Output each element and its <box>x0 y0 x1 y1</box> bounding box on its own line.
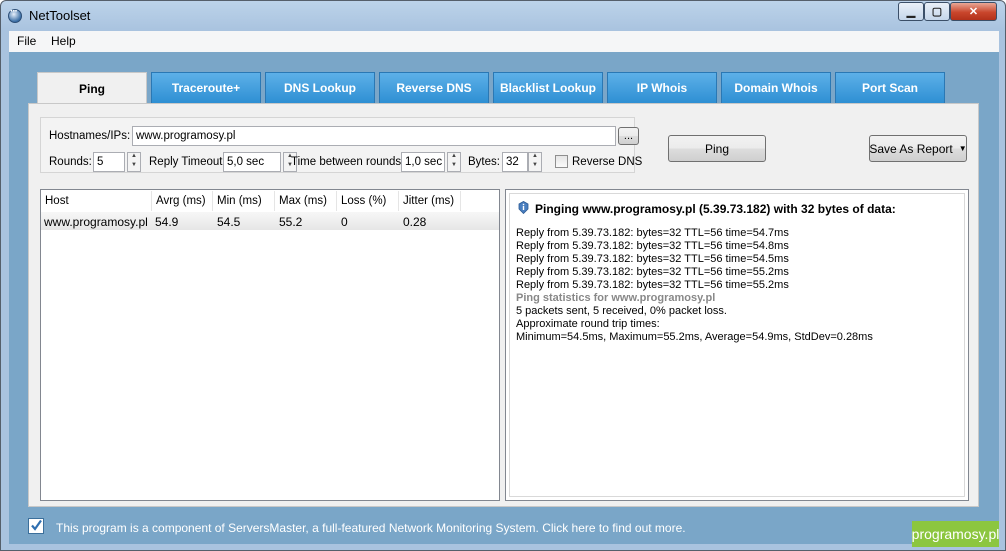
app-icon <box>8 6 22 23</box>
servers-master-link[interactable]: This program is a component of ServersMa… <box>56 521 686 535</box>
dropdown-arrow-icon: ▼ <box>958 144 967 153</box>
ping-button[interactable]: Ping <box>668 135 766 162</box>
reverse-dns-checkbox[interactable] <box>555 155 568 168</box>
window-title: NetToolset <box>29 8 91 23</box>
tab-port-scan[interactable]: Port Scan <box>835 72 945 103</box>
reply-line: Reply from 5.39.73.182: bytes=32 TTL=56 … <box>516 279 789 291</box>
ping-statistics-heading: Ping statistics for www.programosy.pl <box>516 292 716 304</box>
checkmark-icon <box>31 519 42 531</box>
minimize-icon: ▁ <box>906 6 916 18</box>
column-max[interactable]: Max (ms) <box>279 195 327 207</box>
tab-blacklist-lookup[interactable]: Blacklist Lookup <box>493 72 603 103</box>
reply-line: Reply from 5.39.73.182: bytes=32 TTL=56 … <box>516 240 789 252</box>
column-avrg[interactable]: Avrg (ms) <box>156 195 206 207</box>
bytes-spinner[interactable] <box>528 152 542 172</box>
tab-domain-whois[interactable]: Domain Whois <box>721 72 831 103</box>
column-divider <box>151 191 152 211</box>
tab-reverse-dns[interactable]: Reverse DNS <box>379 72 489 103</box>
hostnames-input[interactable]: www.programosy.pl <box>132 126 616 146</box>
between-rounds-input[interactable]: 1,0 sec <box>401 152 445 172</box>
table-row[interactable]: www.programosy.pl 54.9 54.5 55.2 0 0.28 <box>41 212 499 230</box>
column-divider <box>212 191 213 211</box>
reverse-dns-label[interactable]: Reverse DNS <box>572 156 642 168</box>
minimize-button[interactable]: ▁ <box>898 2 924 21</box>
title-bar[interactable]: NetToolset ▁ ▢ ✕ <box>1 1 1005 31</box>
results-table[interactable]: Host Avrg (ms) Min (ms) Max (ms) Loss (%… <box>40 189 500 501</box>
client-area: Ping Traceroute+ DNS Lookup Reverse DNS … <box>9 52 999 544</box>
ping-output-heading: Pinging www.programosy.pl (5.39.73.182) … <box>535 202 896 216</box>
column-divider <box>460 191 461 211</box>
tab-traceroute[interactable]: Traceroute+ <box>151 72 261 103</box>
reply-timeout-input[interactable]: 5,0 sec <box>223 152 281 172</box>
statistics-line: Approximate round trip times: <box>516 318 660 330</box>
column-jitter[interactable]: Jitter (ms) <box>403 195 454 207</box>
menu-bar: File Help <box>9 31 999 53</box>
menu-help[interactable]: Help <box>51 34 76 48</box>
cell-loss: 0 <box>341 215 348 229</box>
cell-host: www.programosy.pl <box>44 215 148 229</box>
hostnames-label: Hostnames/IPs: <box>49 130 131 142</box>
ping-panel: Hostnames/IPs: www.programosy.pl ... Rou… <box>28 103 979 507</box>
tab-ip-whois[interactable]: IP Whois <box>607 72 717 103</box>
watermark-logo: programosy.pl <box>912 521 999 547</box>
tab-dns-lookup[interactable]: DNS Lookup <box>265 72 375 103</box>
browse-hosts-button[interactable]: ... <box>618 127 639 145</box>
column-host[interactable]: Host <box>45 195 69 207</box>
save-as-report-button[interactable]: Save As Report ▼ <box>869 135 967 162</box>
ping-output-frame: Pinging www.programosy.pl (5.39.73.182) … <box>509 193 965 497</box>
menu-file[interactable]: File <box>17 34 36 48</box>
maximize-button[interactable]: ▢ <box>924 2 950 21</box>
app-window: NetToolset ▁ ▢ ✕ File Help Ping Tracerou… <box>0 0 1006 551</box>
reply-line: Reply from 5.39.73.182: bytes=32 TTL=56 … <box>516 266 789 278</box>
cell-max: 55.2 <box>279 215 303 229</box>
save-as-report-label: Save As Report <box>869 141 953 156</box>
between-rounds-label: Time between rounds: <box>291 156 405 168</box>
bytes-input[interactable]: 32 <box>502 152 528 172</box>
reply-line: Reply from 5.39.73.182: bytes=32 TTL=56 … <box>516 227 789 239</box>
ping-output-log[interactable]: Pinging www.programosy.pl (5.39.73.182) … <box>505 189 969 501</box>
reply-line: Reply from 5.39.73.182: bytes=32 TTL=56 … <box>516 253 789 265</box>
rounds-spinner[interactable] <box>127 152 141 172</box>
info-icon <box>518 201 529 214</box>
close-button[interactable]: ✕ <box>950 2 997 21</box>
statistics-line: 5 packets sent, 5 received, 0% packet lo… <box>516 305 727 317</box>
cell-jitter: 0.28 <box>403 215 427 229</box>
between-rounds-spinner[interactable] <box>447 152 461 172</box>
column-divider <box>398 191 399 211</box>
cell-min: 54.5 <box>217 215 241 229</box>
servers-master-checkbox[interactable] <box>28 518 44 534</box>
maximize-icon: ▢ <box>931 6 943 18</box>
column-min[interactable]: Min (ms) <box>217 195 262 207</box>
column-loss[interactable]: Loss (%) <box>341 195 386 207</box>
column-divider <box>336 191 337 211</box>
statistics-line: Minimum=54.5ms, Maximum=55.2ms, Average=… <box>516 331 873 343</box>
results-table-header: Host Avrg (ms) Min (ms) Max (ms) Loss (%… <box>41 190 499 213</box>
column-divider <box>274 191 275 211</box>
bytes-label: Bytes: <box>468 156 500 168</box>
reply-timeout-label: Reply Timeout: <box>149 156 226 168</box>
rounds-label: Rounds: <box>49 156 92 168</box>
cell-avrg: 54.9 <box>155 215 179 229</box>
tab-ping[interactable]: Ping <box>37 72 147 104</box>
ping-options-group: Hostnames/IPs: www.programosy.pl ... Rou… <box>40 117 642 173</box>
rounds-input[interactable]: 5 <box>93 152 125 172</box>
close-icon: ✕ <box>968 6 979 18</box>
